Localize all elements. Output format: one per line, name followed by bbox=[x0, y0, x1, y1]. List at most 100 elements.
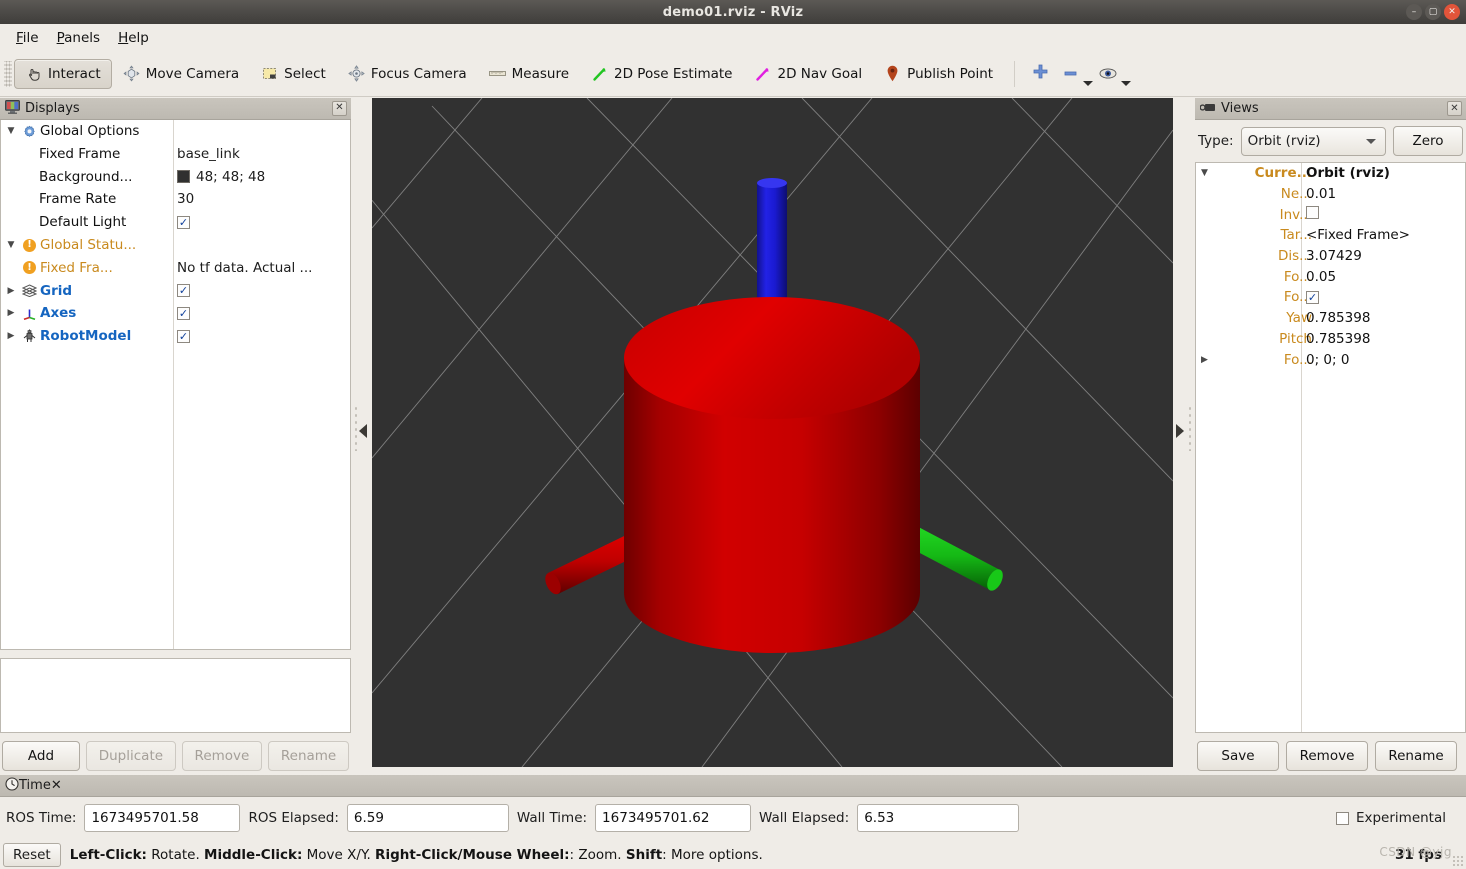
tool-publish-point[interactable]: Publish Point bbox=[873, 59, 1004, 89]
view-row-target-frame[interactable]: Tar... <Fixed Frame> bbox=[1196, 225, 1465, 246]
display-row-value[interactable]: ✓ bbox=[177, 329, 190, 343]
tool-measure[interactable]: Measure bbox=[478, 59, 580, 89]
tool-select[interactable]: Select bbox=[250, 59, 337, 89]
menu-panels[interactable]: Panels bbox=[48, 27, 109, 49]
view-row-value[interactable] bbox=[1306, 206, 1319, 223]
expand-arrow[interactable]: ▼ bbox=[1196, 168, 1213, 178]
robotmodel-enabled-checkbox[interactable]: ✓ bbox=[177, 329, 190, 343]
display-row-value[interactable]: 48; 48; 48 bbox=[177, 169, 265, 185]
expand-arrow[interactable]: ▶ bbox=[3, 286, 19, 296]
displays-tree[interactable]: ▼ Global Options Fixed Frame base_link B… bbox=[0, 119, 351, 651]
tool-2d-nav-goal[interactable]: 2D Nav Goal bbox=[744, 59, 874, 89]
menu-help[interactable]: Help bbox=[109, 27, 158, 49]
tool-interact[interactable]: Interact bbox=[14, 58, 112, 89]
reset-button[interactable]: Reset bbox=[3, 843, 61, 867]
menu-file[interactable]: File bbox=[7, 27, 48, 49]
views-close-icon[interactable]: ✕ bbox=[1447, 101, 1462, 116]
tool-focus-camera-label: Focus Camera bbox=[370, 65, 467, 82]
save-view-button[interactable]: Save bbox=[1197, 741, 1279, 771]
wall-time-input[interactable]: 1673495701.62 bbox=[595, 804, 752, 832]
ros-elapsed-input[interactable]: 6.59 bbox=[346, 804, 509, 832]
remove-view-button[interactable]: Remove bbox=[1286, 741, 1368, 771]
maximize-button[interactable]: ▢ bbox=[1425, 4, 1441, 20]
grid-enabled-checkbox[interactable]: ✓ bbox=[177, 284, 190, 298]
view-row-value: 0; 0; 0 bbox=[1306, 351, 1350, 368]
wall-elapsed-input[interactable]: 6.53 bbox=[857, 804, 1020, 832]
add-display-button[interactable]: Add bbox=[2, 741, 80, 772]
remove-display-button[interactable]: Remove bbox=[181, 741, 263, 772]
hand-cursor-icon bbox=[25, 65, 42, 82]
add-tool-button[interactable] bbox=[1025, 60, 1055, 88]
view-row-current-view[interactable]: ▼ Curre... Orbit (rviz) bbox=[1196, 163, 1465, 184]
display-row-axes[interactable]: ▶ Axes ✓ bbox=[1, 302, 350, 325]
expand-arrow[interactable]: ▶ bbox=[1196, 355, 1213, 365]
focal-shape-fixed-size-checkbox[interactable]: ✓ bbox=[1306, 291, 1319, 305]
display-row-value[interactable]: 30 bbox=[177, 191, 194, 207]
experimental-toggle[interactable]: Experimental bbox=[1335, 810, 1460, 826]
view-type-select[interactable]: Orbit (rviz) bbox=[1240, 126, 1386, 156]
expand-arrow[interactable]: ▼ bbox=[3, 126, 19, 136]
display-row-value[interactable]: ✓ bbox=[177, 306, 190, 320]
collapse-right-panel-icon[interactable] bbox=[1176, 424, 1184, 438]
invert-z-checkbox[interactable] bbox=[1306, 206, 1319, 220]
display-row-global-status[interactable]: ▼ ! Global Statu... bbox=[1, 234, 350, 257]
minimize-button[interactable]: – bbox=[1406, 4, 1422, 20]
render-viewport-3d[interactable] bbox=[372, 98, 1173, 767]
view-row-value: 0.01 bbox=[1306, 186, 1337, 203]
display-row-label: Global Options bbox=[40, 123, 140, 140]
default-light-checkbox[interactable]: ✓ bbox=[177, 215, 190, 229]
display-row-global-options[interactable]: ▼ Global Options bbox=[1, 120, 350, 143]
ros-time-input[interactable]: 1673495701.58 bbox=[84, 804, 241, 832]
tool-properties-button[interactable] bbox=[1093, 60, 1132, 88]
duplicate-display-button[interactable]: Duplicate bbox=[86, 741, 176, 772]
views-panel-title: Views bbox=[1221, 101, 1259, 116]
view-row-focal-point[interactable]: ▶ Fo... 0; 0; 0 bbox=[1196, 349, 1465, 370]
view-row-yaw[interactable]: Yaw 0.785398 bbox=[1196, 308, 1465, 329]
display-row-fixed-frame-status[interactable]: ! Fixed Fra... No tf data. Actual ... bbox=[1, 256, 350, 279]
view-row-pitch[interactable]: Pitch 0.785398 bbox=[1196, 329, 1465, 350]
right-splitter-grip[interactable] bbox=[1188, 405, 1192, 451]
display-row-value[interactable]: ✓ bbox=[177, 215, 190, 229]
rename-display-button[interactable]: Rename bbox=[268, 741, 350, 772]
display-row-robotmodel[interactable]: ▶ RobotModel ✓ bbox=[1, 325, 350, 348]
display-row-fixed-frame[interactable]: Fixed Frame base_link bbox=[1, 143, 350, 166]
remove-tool-button[interactable] bbox=[1055, 60, 1094, 88]
display-row-default-light[interactable]: Default Light ✓ bbox=[1, 211, 350, 234]
tool-focus-camera[interactable]: Focus Camera bbox=[337, 59, 478, 89]
experimental-checkbox[interactable] bbox=[1335, 811, 1349, 825]
toolbar-grip[interactable] bbox=[4, 60, 12, 87]
zero-view-button[interactable]: Zero bbox=[1393, 126, 1463, 156]
display-row-frame-rate[interactable]: Frame Rate 30 bbox=[1, 188, 350, 211]
rename-view-button[interactable]: Rename bbox=[1375, 741, 1457, 771]
close-button[interactable]: ✕ bbox=[1444, 4, 1460, 20]
display-row-grid[interactable]: ▶ Grid ✓ bbox=[1, 279, 350, 302]
display-row-value[interactable]: ✓ bbox=[177, 284, 190, 298]
expand-arrow[interactable]: ▼ bbox=[3, 240, 19, 250]
tool-2d-pose-estimate[interactable]: 2D Pose Estimate bbox=[580, 59, 743, 89]
warning-icon: ! bbox=[19, 238, 40, 252]
left-splitter-grip[interactable] bbox=[354, 405, 358, 451]
minimize-icon: – bbox=[1411, 6, 1417, 17]
axes-enabled-checkbox[interactable]: ✓ bbox=[177, 306, 190, 320]
nav-arrow-magenta-icon bbox=[755, 65, 772, 82]
view-row-invert-z[interactable]: Inv... bbox=[1196, 204, 1465, 225]
expand-arrow[interactable]: ▶ bbox=[3, 308, 19, 318]
view-row-near-clip[interactable]: Ne... 0.01 bbox=[1196, 184, 1465, 205]
expand-arrow[interactable]: ▶ bbox=[3, 331, 19, 341]
displays-close-icon[interactable]: ✕ bbox=[332, 100, 347, 116]
resize-grip[interactable] bbox=[1452, 855, 1464, 867]
view-row-focal-shape-fixed-size[interactable]: Fo... ✓ bbox=[1196, 287, 1465, 308]
frame-rate-value: 30 bbox=[177, 191, 195, 208]
gear-icon bbox=[19, 125, 40, 138]
display-row-value[interactable]: base_link bbox=[177, 146, 240, 162]
views-tree[interactable]: ▼ Curre... Orbit (rviz) Ne... 0.01 Inv..… bbox=[1195, 162, 1466, 733]
view-row-focal-shape-size[interactable]: Fo... 0.05 bbox=[1196, 266, 1465, 287]
view-row-distance[interactable]: Dis... 3.07429 bbox=[1196, 246, 1465, 267]
display-row-label: Global Statu... bbox=[40, 237, 137, 254]
tool-select-label: Select bbox=[284, 65, 326, 82]
time-close-icon[interactable]: ✕ bbox=[51, 778, 62, 793]
display-row-background-color[interactable]: Background... 48; 48; 48 bbox=[1, 165, 350, 188]
collapse-left-panel-icon[interactable] bbox=[359, 424, 367, 438]
view-row-value[interactable]: ✓ bbox=[1306, 289, 1319, 305]
tool-move-camera[interactable]: Move Camera bbox=[112, 59, 250, 89]
